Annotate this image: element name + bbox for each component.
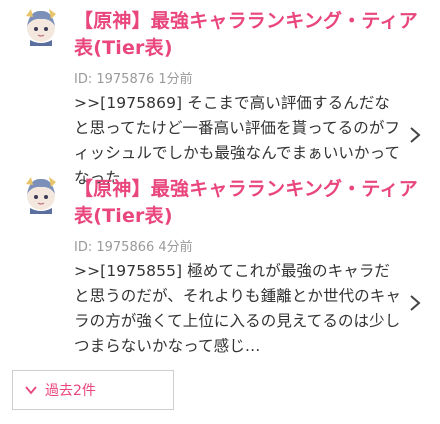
post-excerpt: >>[1975855] 極めてこれが最強のキャラだと思うのだが、それよりも鍾離と… [74, 262, 401, 355]
post-meta: ID: 1975876 1分前 [74, 72, 193, 87]
load-more-label: 過去2件 [45, 383, 96, 399]
character-avatar-icon [26, 9, 56, 46]
chevron-right-icon[interactable] [408, 294, 422, 312]
chevron-right-icon[interactable] [408, 126, 422, 144]
character-avatar-icon [26, 177, 56, 214]
post-title[interactable]: 【原神】最強キャラランキング・ティア表(Tier表) [74, 8, 426, 62]
post-title[interactable]: 【原神】最強キャラランキング・ティア表(Tier表) [74, 176, 426, 230]
post-meta: ID: 1975866 4分前 [74, 240, 193, 255]
load-more-button[interactable]: 過去2件 [12, 370, 174, 410]
caret-down-icon [25, 386, 37, 395]
